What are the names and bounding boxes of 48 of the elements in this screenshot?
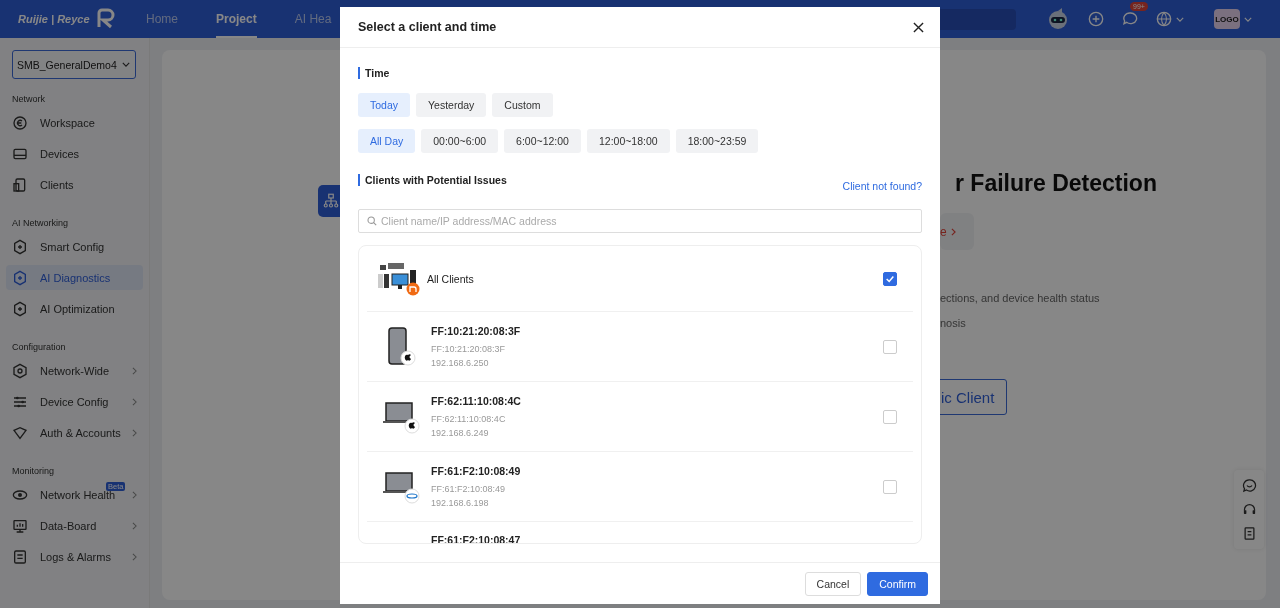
- sidebar-item[interactable]: Smart Config: [6, 234, 143, 259]
- sidebar-item[interactable]: Device Config: [6, 389, 143, 414]
- sidebar-item[interactable]: AI Diagnostics: [6, 265, 143, 290]
- day-option[interactable]: Custom: [492, 93, 553, 117]
- sidebar-item[interactable]: Data-Board: [6, 513, 143, 538]
- avatar[interactable]: LOGO: [1214, 9, 1240, 29]
- all-clients-label: All Clients: [427, 272, 474, 285]
- time-range-option[interactable]: All Day: [358, 129, 416, 153]
- time-range-option[interactable]: 00:00~6:00: [421, 129, 499, 153]
- section-label: AI Networking: [11, 217, 70, 230]
- sidebar-item[interactable]: Devices: [6, 141, 143, 166]
- client-not-found-link[interactable]: Client not found?: [842, 180, 922, 192]
- ip-address: 192.168.6.198: [431, 498, 490, 508]
- ip-address: 192.168.6.250: [431, 358, 490, 368]
- sidebar-item[interactable]: Clients: [6, 172, 143, 197]
- time-range-option[interactable]: 18:00~23:59: [675, 129, 759, 153]
- day-option[interactable]: Yesterday: [416, 93, 487, 117]
- section-label: Monitoring: [11, 465, 56, 478]
- ip-address: 192.168.6.249: [431, 428, 490, 438]
- sidebar-item[interactable]: Auth & Accounts: [6, 420, 143, 445]
- search-field[interactable]: Client name/IP address/MAC address: [358, 209, 922, 233]
- page-heading: r Failure Detection: [954, 170, 1157, 198]
- guide-link[interactable]: e: [940, 213, 974, 250]
- project-select[interactable]: SMB_GeneralDemo4: [12, 50, 136, 79]
- sidebar-item[interactable]: Logs & Alarms: [6, 544, 143, 569]
- client-name: FF:10:21:20:08:3F: [431, 325, 521, 337]
- sidebar-item[interactable]: Network-Wide: [6, 358, 143, 383]
- mac-address: FF:10:21:20:08:3F: [431, 344, 507, 354]
- sidebar-item[interactable]: Workspace: [6, 110, 143, 135]
- client-name: FF:61:F2:10:08:49: [431, 465, 521, 477]
- section-heading: Time: [358, 67, 922, 79]
- time-range-option[interactable]: 6:00~12:00: [504, 129, 581, 153]
- section-label: Network: [11, 93, 46, 106]
- description-text: ections, and device health status: [940, 292, 1100, 306]
- brand-logo-text: Ruijie | Reyce: [18, 13, 90, 25]
- cancel-button[interactable]: Cancel: [804, 571, 862, 596]
- mac-address: FF:61:F2:10:08:49: [431, 484, 507, 494]
- section-label: Configuration: [11, 341, 67, 354]
- confirm-button[interactable]: Confirm: [867, 571, 928, 596]
- time-range-option[interactable]: 12:00~18:00: [586, 129, 670, 153]
- client-name: FF:62:11:10:08:4C: [431, 395, 521, 407]
- description-text: nosis: [940, 317, 967, 331]
- day-option[interactable]: Today: [358, 93, 411, 117]
- nav-tab[interactable]: Project: [216, 0, 257, 38]
- section-heading: Clients with Potential Issues: [358, 174, 507, 186]
- sidebar-item[interactable]: AI Optimization: [6, 296, 143, 321]
- dialog-title: Select a client and time: [358, 20, 497, 34]
- mac-address: FF:62:11:10:08:4C: [431, 414, 507, 424]
